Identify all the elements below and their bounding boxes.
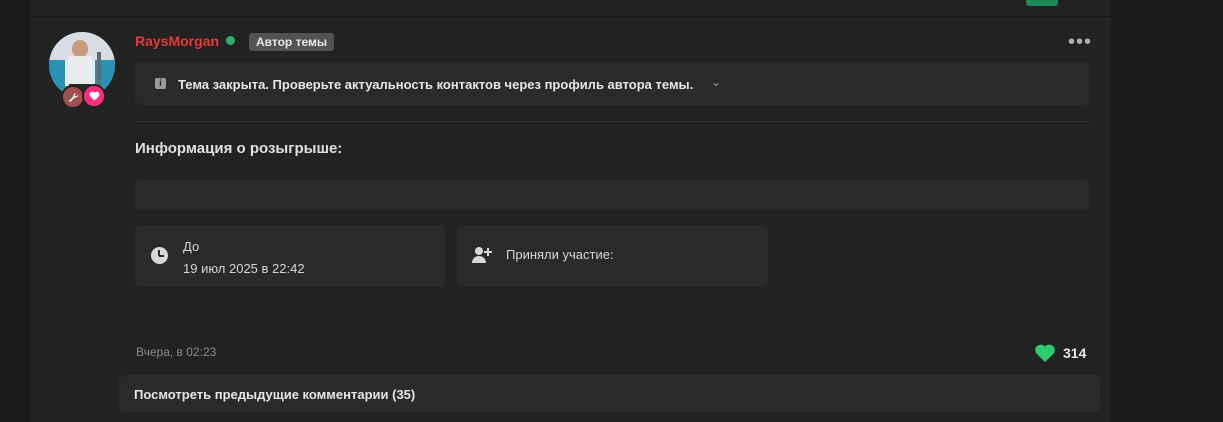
giveaway-info-box <box>135 180 1090 210</box>
more-dots-icon[interactable]: ••• <box>1068 31 1092 54</box>
deadline-label: До <box>183 239 200 254</box>
top-separator <box>31 16 1111 17</box>
like-count: 314 <box>1063 345 1087 361</box>
user-plus-icon <box>472 247 492 263</box>
author-avatar[interactable] <box>49 32 115 109</box>
closed-thread-notice[interactable]: i Тема закрыта. Проверьте актуальность к… <box>135 62 1090 105</box>
heart-badge-icon <box>82 84 106 108</box>
participants-label: Приняли участие: <box>506 247 614 262</box>
page-right-gutter <box>1111 0 1223 422</box>
chevron-down-icon[interactable]: ⌄ <box>711 75 721 89</box>
top-action-button[interactable] <box>1026 0 1058 6</box>
post-timestamp[interactable]: Вчера, в 02:23 <box>136 345 216 359</box>
giveaway-title: Информация о розыгрыше: <box>135 140 343 157</box>
giveaway-deadline-card: До 19 июл 2025 в 22:42 <box>135 225 445 287</box>
view-previous-comments-button[interactable]: Посмотреть предыдущие комментарии (35) <box>119 375 1100 412</box>
clock-icon <box>151 247 168 264</box>
author-badge: Автор темы <box>249 33 335 51</box>
page-left-gutter <box>0 0 30 422</box>
divider <box>135 121 1090 122</box>
deadline-value: 19 июл 2025 в 22:42 <box>183 261 305 276</box>
notice-text: Тема закрыта. Проверьте актуальность кон… <box>178 77 694 92</box>
author-username[interactable]: RaysMorgan <box>135 33 219 49</box>
like-heart-icon[interactable] <box>1034 343 1056 363</box>
view-previous-comments-label: Посмотреть предыдущие комментарии (35) <box>134 387 416 402</box>
giveaway-participants-card[interactable]: Приняли участие: <box>457 225 768 287</box>
online-status-dot <box>226 36 235 45</box>
info-icon: i <box>155 78 166 89</box>
